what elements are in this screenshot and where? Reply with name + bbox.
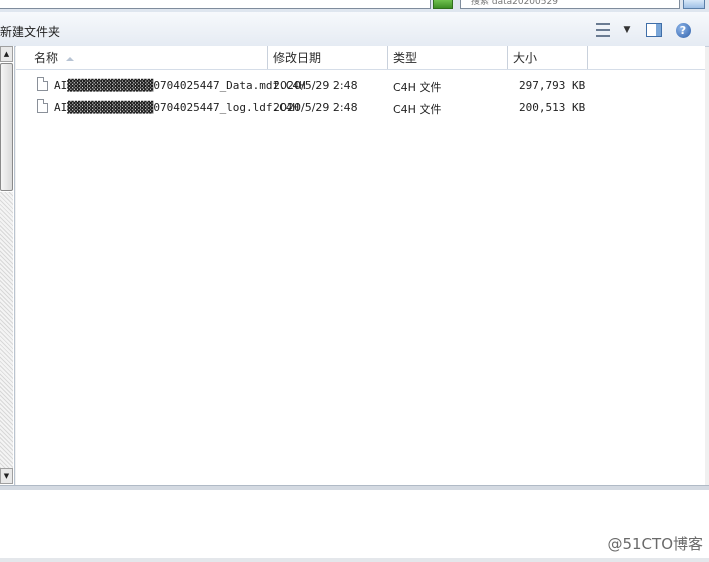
watermark: @51CTO博客 — [607, 535, 703, 553]
scroll-up-button[interactable]: ▲ — [0, 46, 13, 62]
file-icon — [37, 99, 48, 113]
chevron-down-icon[interactable]: ▼ — [620, 21, 634, 39]
scrollbar-track[interactable] — [0, 192, 13, 468]
column-header-date[interactable]: 修改日期 — [268, 46, 388, 69]
file-type: C4H 文件 — [393, 81, 442, 94]
search-button[interactable] — [683, 0, 705, 9]
window-bottom-edge — [0, 558, 709, 562]
details-pane — [0, 490, 709, 558]
view-list-icon[interactable] — [592, 21, 614, 39]
file-row[interactable]: AI▓▓▓▓▓▓▓▓▓▓▓▓▓0704025447_log.ldf.C4H 20… — [16, 96, 705, 118]
column-name-label: 名称 — [34, 51, 59, 65]
file-row[interactable]: AI▓▓▓▓▓▓▓▓▓▓▓▓▓0704025447_Data.mdf.C4H 2… — [16, 74, 705, 96]
search-input[interactable]: 搜索 data20200529 — [460, 0, 680, 9]
file-size: 297,793 KB — [519, 79, 586, 92]
file-date: 2020/5/29 2:48 — [273, 101, 358, 114]
scroll-down-button[interactable]: ▼ — [0, 468, 13, 484]
sort-ascending-icon — [66, 56, 75, 61]
command-toolbar: 新建文件夹 ▼ ? — [0, 12, 709, 47]
help-icon[interactable]: ? — [673, 21, 693, 39]
column-header-name[interactable]: 名称 — [16, 46, 268, 69]
file-name: AI▓▓▓▓▓▓▓▓▓▓▓▓▓0704025447_Data.mdf.C4H — [54, 79, 306, 92]
column-header-row: 名称 修改日期 类型 大小 — [16, 46, 705, 70]
address-bar[interactable] — [0, 0, 431, 9]
file-list[interactable]: 名称 修改日期 类型 大小 AI▓▓▓▓▓▓▓▓▓▓▓▓▓0704025447_… — [16, 46, 705, 485]
preview-pane-icon[interactable] — [645, 21, 663, 39]
file-date: 2020/5/29 2:48 — [273, 79, 358, 92]
file-name: AI▓▓▓▓▓▓▓▓▓▓▓▓▓0704025447_log.ldf.C4H — [54, 101, 300, 114]
new-folder-button[interactable]: 新建文件夹 — [0, 23, 60, 40]
column-header-size[interactable]: 大小 — [508, 46, 588, 69]
go-button[interactable] — [433, 0, 453, 9]
file-size: 200,513 KB — [519, 101, 586, 114]
column-header-type[interactable]: 类型 — [388, 46, 508, 69]
file-type: C4H 文件 — [393, 103, 442, 116]
file-icon — [37, 77, 48, 91]
scrollbar-thumb[interactable] — [0, 63, 13, 191]
